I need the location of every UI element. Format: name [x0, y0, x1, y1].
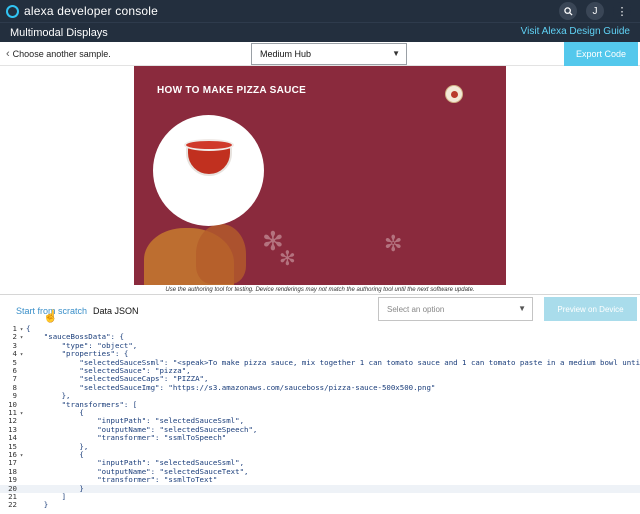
preview-caption: Use the authoring tool for testing. Devi… [165, 287, 475, 293]
device-selected-value: Medium Hub [260, 49, 312, 59]
code-text: } [26, 500, 49, 510]
herb-decoration-icon: ✼ [384, 231, 403, 256]
sauce-bowl-rim [184, 139, 234, 151]
avatar[interactable]: J [586, 2, 604, 20]
preview-on-device-button[interactable]: Preview on Device [544, 297, 637, 321]
code-line[interactable]: 15 }, [0, 442, 640, 451]
code-line[interactable]: 20 } [0, 484, 640, 493]
code-text: "selectedSauceImg": "https://s3.amazonaw… [26, 382, 436, 392]
export-code-button[interactable]: Export Code [564, 42, 638, 66]
code-line[interactable]: 19 "transformer": "ssmlToText" [0, 475, 640, 484]
line-number: 22 [8, 500, 17, 510]
mouse-pointer-icon: ☝ [43, 309, 58, 323]
chevron-down-icon: ▼ [518, 304, 526, 313]
alexa-logo-icon [6, 4, 19, 18]
tab-data-json[interactable]: Data JSON [93, 306, 139, 316]
authoring-toolbar: ‹ Choose another sample. Medium Hub ▼ Ex… [0, 42, 640, 66]
device-preview-canvas: HOW TO MAKE PIZZA SAUCE ✻ ✻ ✼ [134, 66, 506, 285]
section-bar: Multimodal Displays Visit Alexa Design G… [0, 22, 640, 42]
preview-title: HOW TO MAKE PIZZA SAUCE [157, 85, 307, 96]
code-line[interactable]: 8 "selectedSauceImg": "https://s3.amazon… [0, 382, 640, 392]
option-select[interactable]: Select an option ▼ [378, 297, 533, 321]
chevron-down-icon: ▼ [392, 49, 400, 58]
option-placeholder: Select an option [387, 304, 445, 314]
code-line[interactable]: 10 "transformers": [ [0, 400, 640, 409]
code-line[interactable]: 22 } [0, 500, 640, 510]
chevron-left-icon: ‹ [6, 48, 10, 60]
preview-area: HOW TO MAKE PIZZA SAUCE ✻ ✻ ✼ Use the au… [0, 66, 640, 295]
back-link[interactable]: ‹ Choose another sample. [6, 48, 111, 60]
json-code-editor[interactable]: 1 ▾{2 ▾ "sauceBossData": {3 "type": "objec… [0, 322, 640, 514]
design-guide-link[interactable]: Visit Alexa Design Guide [521, 26, 630, 37]
herb-decoration-icon: ✻ [279, 248, 296, 270]
tomato-decoration [196, 224, 246, 284]
back-label: Choose another sample. [12, 49, 111, 59]
editor-tabs: Start from scratch Data JSON Select an o… [0, 295, 640, 325]
top-navigation-bar: alexa developer console J ⋮ [0, 0, 640, 22]
brand-name: alexa developer console [24, 4, 159, 18]
sauce-image [153, 115, 264, 226]
sauce-boss-logo-icon [445, 85, 463, 103]
page-title: Multimodal Displays [10, 26, 108, 39]
help-icon[interactable]: ⋮ [613, 2, 631, 20]
device-select[interactable]: Medium Hub ▼ [251, 43, 407, 65]
code-line[interactable]: 21 ] [0, 492, 640, 501]
code-line[interactable]: 14 "transformer": "ssmlToSpeech" [0, 433, 640, 442]
search-icon[interactable] [559, 2, 577, 20]
